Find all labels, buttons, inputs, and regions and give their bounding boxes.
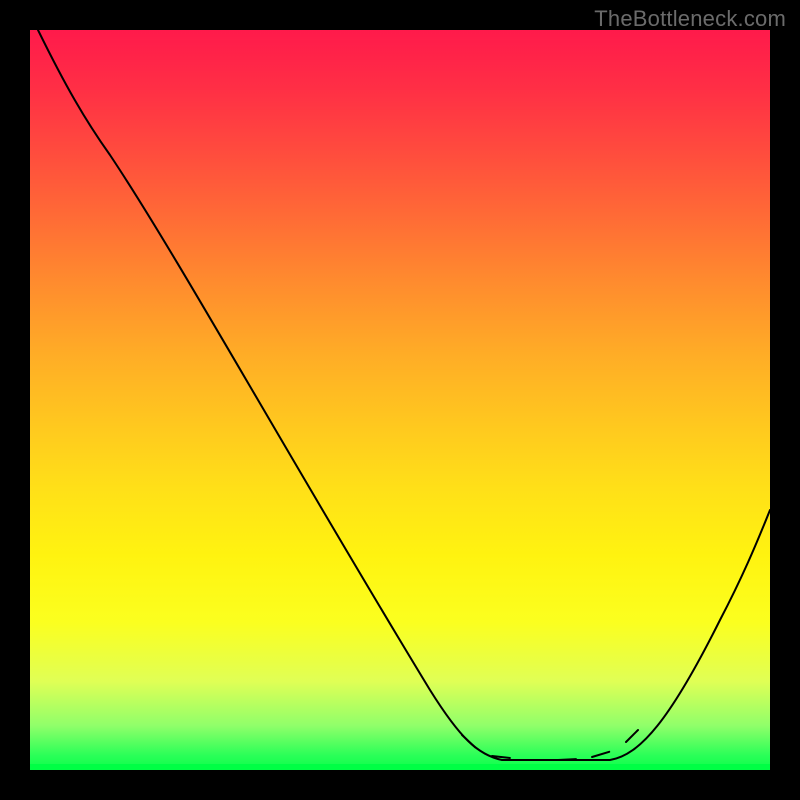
chart-area [30,30,770,770]
bottleneck-curve [38,30,770,760]
curve-overlay [30,30,770,770]
watermark-text: TheBottleneck.com [594,6,786,32]
